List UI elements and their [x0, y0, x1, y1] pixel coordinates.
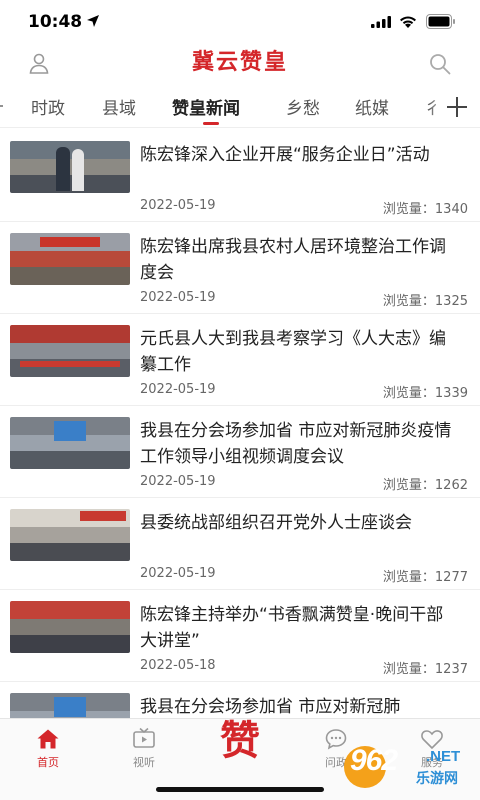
news-views: 浏览量：1262 — [382, 478, 468, 493]
news-thumbnail — [10, 233, 130, 285]
wifi-icon — [400, 16, 416, 28]
news-views: 浏览量：1325 — [382, 294, 468, 309]
news-title: 我县在分会场参加省 市应对新冠肺炎疫情工作领导小组视频调度会议 — [140, 421, 452, 467]
search-icon[interactable] — [428, 52, 452, 76]
app-title: 冀云赞皇 — [191, 49, 288, 75]
news-views: 浏览量：1277 — [382, 570, 468, 585]
news-date: 2022-05-19 — [140, 198, 216, 213]
tabbar-video[interactable]: 视听 — [114, 727, 174, 770]
news-thumbnail — [10, 509, 130, 561]
watermark-logo: 962 .NET 乐游网 — [344, 742, 474, 792]
news-title: 我县在分会场参加省 市应对新冠肺 — [140, 697, 401, 717]
watermark-domain: .NET — [426, 748, 461, 765]
tab-xianyu[interactable]: 县域 — [102, 94, 136, 119]
news-thumbnail — [10, 141, 130, 193]
news-date: 2022-05-19 — [140, 382, 216, 397]
center-logo-button[interactable]: 赞 — [212, 713, 268, 769]
news-views: 浏览量：1340 — [382, 202, 468, 217]
tab-xiangchou[interactable]: 乡愁 — [286, 94, 320, 119]
status-time: 10:48 — [28, 12, 83, 32]
news-date: 2022-05-18 — [140, 658, 216, 673]
news-date: 2022-05-19 — [140, 474, 216, 489]
plus-icon — [447, 97, 467, 117]
location-arrow-icon — [87, 15, 99, 27]
news-date: 2022-05-19 — [140, 290, 216, 305]
news-thumbnail — [10, 693, 130, 718]
news-thumbnail — [10, 325, 130, 377]
news-views: 浏览量：1339 — [382, 386, 468, 401]
news-item[interactable]: 县委统战部组织召开党外人士座谈会 2022-05-19 浏览量：1277 — [0, 498, 480, 590]
news-item[interactable]: 陈宏锋主持举办“书香飘满赞皇·晚间干部大讲堂” 2022-05-18 浏览量：1… — [0, 590, 480, 682]
tabbar-label: 视听 — [133, 756, 155, 769]
tab-shizheng[interactable]: 时政 — [31, 94, 65, 119]
news-item[interactable]: 陈宏锋深入企业开展“服务企业日”活动 2022-05-19 浏览量：1340 — [0, 130, 480, 222]
news-title: 元氏县人大到我县考察学习《人大志》编纂工作 — [140, 329, 446, 375]
news-title: 陈宏锋主持举办“书香飘满赞皇·晚间干部大讲堂” — [140, 605, 444, 651]
news-title: 陈宏锋出席我县农村人居环境整治工作调度会 — [140, 237, 446, 283]
signal-icon — [371, 16, 391, 28]
news-title: 陈宏锋深入企业开展“服务企业日”活动 — [140, 145, 430, 165]
news-date: 2022-05-19 — [140, 566, 216, 581]
tab-partial-left — [0, 105, 3, 107]
add-channel-button[interactable] — [436, 92, 480, 124]
status-bar: 10:48 — [0, 0, 480, 44]
news-thumbnail — [10, 601, 130, 653]
home-indicator — [156, 787, 324, 792]
app-header: 冀云赞皇 — [0, 40, 480, 86]
news-item[interactable]: 我县在分会场参加省 市应对新冠肺炎疫情工作领导小组视频调度会议 2022-05-… — [0, 406, 480, 498]
active-tab-indicator — [203, 122, 219, 125]
category-tabs: 时政 县域 赞皇新闻 乡愁 纸媒 彳 — [0, 86, 480, 128]
tabbar-home[interactable]: 首页 — [18, 727, 78, 770]
news-thumbnail — [10, 417, 130, 469]
news-item[interactable]: 元氏县人大到我县考察学习《人大志》编纂工作 2022-05-19 浏览量：133… — [0, 314, 480, 406]
tab-zhimei[interactable]: 纸媒 — [355, 94, 389, 119]
news-title: 县委统战部组织召开党外人士座谈会 — [140, 513, 412, 533]
news-item[interactable]: 陈宏锋出席我县农村人居环境整治工作调度会 2022-05-19 浏览量：1325 — [0, 222, 480, 314]
news-views: 浏览量：1237 — [382, 662, 468, 677]
home-icon — [37, 729, 59, 749]
tab-zanhuang-news[interactable]: 赞皇新闻 — [172, 94, 240, 119]
battery-icon — [426, 14, 455, 29]
watermark-name: 乐游网 — [416, 771, 458, 787]
watermark-number: 962 — [350, 744, 398, 777]
tv-icon — [133, 727, 155, 748]
tabbar-label: 首页 — [37, 756, 59, 769]
news-list: 陈宏锋深入企业开展“服务企业日”活动 2022-05-19 浏览量：1340 陈… — [0, 130, 480, 718]
